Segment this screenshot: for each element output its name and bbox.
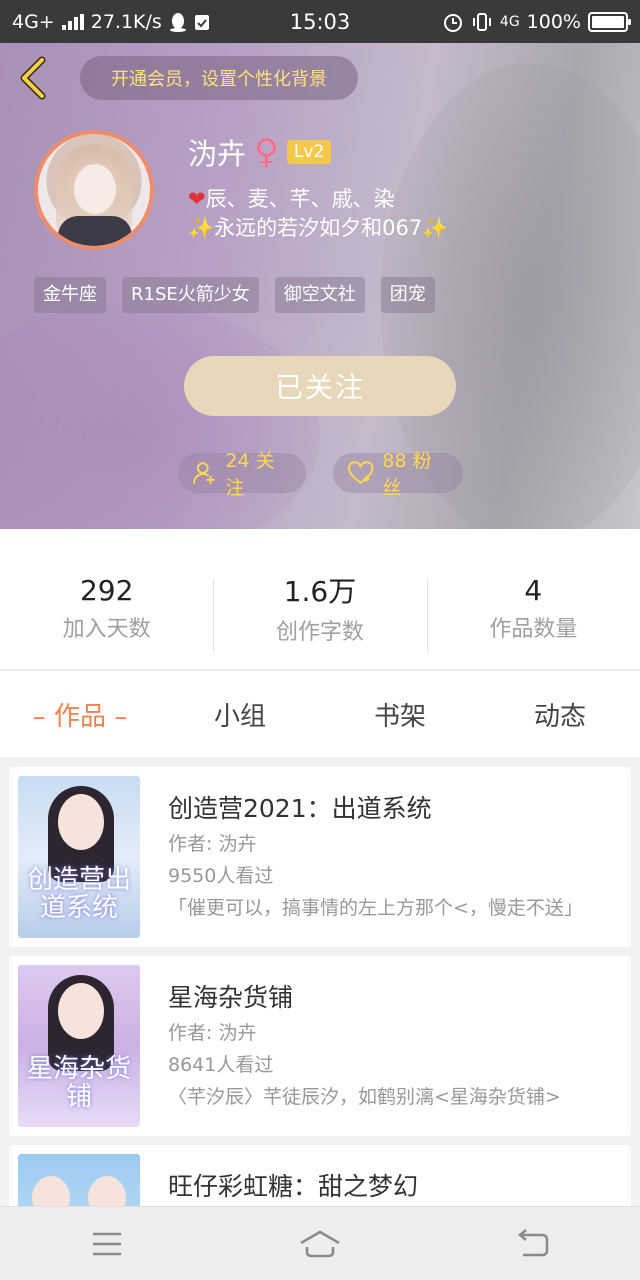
works-list: 创造营出道系统 创造营2021：出道系统 作者: 沩卉 9550人看过 「催更可… <box>0 757 640 1206</box>
tag[interactable]: 团宠 <box>380 277 435 313</box>
fans-button[interactable]: 88 粉丝 <box>333 450 463 499</box>
sparkle-icon: ✨ <box>188 216 215 240</box>
stat-label: 加入天数 <box>62 616 151 642</box>
battery-icon <box>588 11 631 32</box>
tab-activity[interactable]: 动态 <box>480 696 640 733</box>
work-title: 创造营2021：出道系统 <box>168 794 432 823</box>
tag[interactable]: 御空文社 <box>274 277 365 313</box>
follow-button[interactable]: 已关注 <box>184 356 456 416</box>
stat-value: 4 <box>524 573 543 607</box>
bio-line-1: 辰、麦、芊、戚、染 <box>205 187 395 211</box>
work-item[interactable]: 旺仔彩虹糖：甜之梦幻 <box>9 1145 631 1206</box>
user-name: 沩卉 <box>188 137 247 171</box>
work-views: 8641人看过 <box>168 1054 274 1076</box>
alarm-icon <box>443 13 462 32</box>
work-views: 9550人看过 <box>168 865 274 887</box>
stat-label: 作品数量 <box>489 616 578 642</box>
vip-banner[interactable]: 开通会员，设置个性化背景 <box>80 56 358 100</box>
tab-groups[interactable]: 小组 <box>160 696 320 733</box>
signal-icon <box>61 13 84 30</box>
work-item[interactable]: 星海杂货铺 星海杂货铺 作者: 沩卉 8641人看过 〈芊汐辰〉芊徒辰汐，如鹤别… <box>9 956 631 1136</box>
home-button[interactable] <box>280 1214 360 1274</box>
stat-value: 1.6万 <box>283 575 357 608</box>
battery-percent: 100% <box>526 10 581 33</box>
bio: ❤辰、麦、芊、戚、染 ✨永远的若汐如夕和067✨ <box>188 185 448 243</box>
tab-works[interactable]: – 作品 – <box>0 696 160 733</box>
tag[interactable]: 金牛座 <box>34 277 106 313</box>
stat-label: 创作字数 <box>275 620 364 645</box>
tag[interactable]: R1SE火箭少女 <box>122 277 259 313</box>
work-title: 旺仔彩虹糖：甜之梦幻 <box>168 1172 419 1201</box>
user-add-icon <box>192 462 215 484</box>
stat-word-count: 1.6万 创作字数 <box>213 529 426 669</box>
name-row: 沩卉 ♀ Lv2 <box>188 131 332 173</box>
cover-title: 创造营出道系统 <box>26 865 131 923</box>
tag-list: 金牛座 R1SE火箭少女 御空文社 团宠 <box>34 277 435 313</box>
avatar[interactable] <box>34 130 154 250</box>
work-description: 「催更可以，搞事情的左上方那个<，慢走不送」 <box>168 897 583 919</box>
stats-row: 292 加入天数 1.6万 创作字数 4 作品数量 <box>0 529 640 670</box>
following-button[interactable]: 24 关注 <box>178 450 306 499</box>
cover-title: 星海杂货铺 <box>26 1054 131 1112</box>
menu-button[interactable] <box>67 1214 147 1274</box>
back-icon <box>518 1228 549 1256</box>
menu-icon <box>92 1232 121 1255</box>
back-nav-button[interactable] <box>493 1214 573 1274</box>
system-nav-bar <box>0 1206 640 1280</box>
level-badge: Lv2 <box>286 140 332 164</box>
work-author: 作者: 沩卉 <box>168 833 257 855</box>
profile-header: 开通会员，设置个性化背景 沩卉 ♀ Lv2 ❤辰、麦、芊、戚、染 ✨永远的若汐如… <box>0 43 640 529</box>
work-cover <box>18 1154 140 1206</box>
work-title: 星海杂货铺 <box>168 983 294 1012</box>
stat-value: 292 <box>79 573 134 607</box>
network-speed: 27.1K/s <box>90 10 162 33</box>
following-count: 24 关注 <box>225 450 275 499</box>
sparkle-icon: ✨ <box>422 216 449 240</box>
work-description: 〈芊汐辰〉芊徒辰汐，如鹤别漓<星海杂货铺> <box>168 1086 561 1108</box>
back-button[interactable] <box>16 56 52 100</box>
network-type: 4G+ <box>12 10 55 33</box>
stat-join-days: 292 加入天数 <box>0 529 213 669</box>
clipboard-check-icon <box>194 14 209 30</box>
home-icon <box>300 1230 340 1257</box>
network-type-right: 4G <box>499 13 520 30</box>
work-cover: 创造营出道系统 <box>18 776 140 938</box>
heart-emoji-icon: ❤ <box>188 187 206 211</box>
work-author: 作者: 沩卉 <box>168 1022 257 1044</box>
tab-bookshelf[interactable]: 书架 <box>320 696 480 733</box>
heart-icon <box>347 461 374 484</box>
stat-works-count: 4 作品数量 <box>426 529 640 669</box>
work-item[interactable]: 创造营出道系统 创造营2021：出道系统 作者: 沩卉 9550人看过 「催更可… <box>9 767 631 947</box>
bio-line-2: 永远的若汐如夕和067 <box>214 216 423 240</box>
work-cover: 星海杂货铺 <box>18 965 140 1127</box>
female-icon: ♀ <box>254 132 279 172</box>
tab-bar: – 作品 – 小组 书架 动态 <box>0 671 640 757</box>
fans-count: 88 粉丝 <box>382 450 432 499</box>
status-bar: 4G+ 27.1K/s 15:03 4G 100% <box>0 0 640 43</box>
vibrate-icon <box>472 12 491 31</box>
qq-icon <box>169 12 186 32</box>
